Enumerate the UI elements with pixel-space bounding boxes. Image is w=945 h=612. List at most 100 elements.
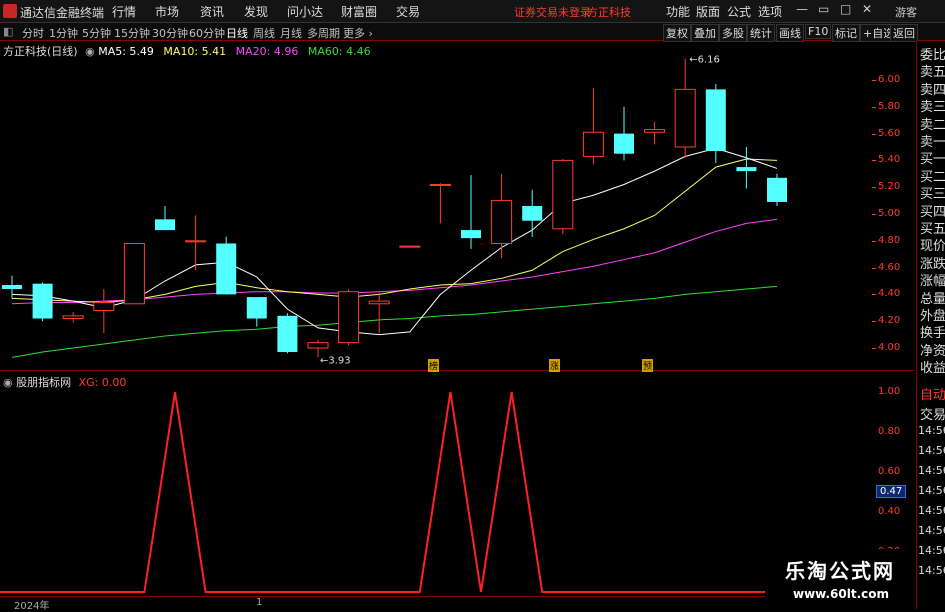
candle-body <box>123 242 145 305</box>
minimize-icon[interactable]: — <box>796 2 808 16</box>
price-tick <box>872 267 876 269</box>
high-annotation: ←6.16 <box>689 55 720 66</box>
kline-chart[interactable]: ←6.16 ←3.93 <box>0 41 915 370</box>
menu-gongshi[interactable]: 公式 <box>727 3 751 20</box>
broker-name: 方正科技 <box>587 6 631 19</box>
price-tick <box>872 187 876 189</box>
price-tick-label: 4.60 <box>878 261 901 273</box>
tab-monthly[interactable]: 月线 <box>280 25 302 41</box>
btn-biaoji[interactable]: 标记 <box>832 24 860 42</box>
quote-field-label: 买二 <box>920 169 945 185</box>
btn-tongji[interactable]: 统计 <box>747 24 775 42</box>
price-tick-label: 5.80 <box>878 100 901 112</box>
menu-shichang[interactable]: 市场 <box>155 3 179 20</box>
quote-field-label: 换手 <box>920 326 945 342</box>
quote-field-label: 总量 <box>920 291 945 307</box>
indicator-tick-label: 1.00 <box>878 386 901 397</box>
period-toolbar: ◧ 分时 1分钟 5分钟 15分钟 30分钟 60分钟 日线 周线 月线 多周期… <box>0 23 945 42</box>
marker-bang[interactable]: 榜 <box>428 359 440 372</box>
tab-5min[interactable]: 5分钟 <box>82 25 111 41</box>
tick-time-label: 14:56 <box>918 504 945 517</box>
candle-body <box>368 300 390 305</box>
quote-field-label: 卖五 <box>920 65 945 81</box>
candle-body <box>522 205 543 221</box>
tab-more[interactable]: 更多 › <box>343 25 373 41</box>
tab-weekly[interactable]: 周线 <box>253 25 275 41</box>
indicator-tick-label: 0.80 <box>878 426 901 437</box>
quote-field-label: 外盘 <box>920 309 945 324</box>
candle-body <box>2 285 22 290</box>
candle-body <box>767 177 787 202</box>
tab-daily[interactable]: 日线 <box>226 25 248 41</box>
restore-icon[interactable]: ▭ <box>818 2 829 16</box>
candle-body <box>155 219 175 231</box>
candle-body <box>461 230 481 239</box>
maximize-icon[interactable]: □ <box>840 2 851 16</box>
indicator-current-value: 0.47 <box>876 485 907 498</box>
btn-duogu[interactable]: 多股 <box>719 24 747 42</box>
menu-gongneng[interactable]: 功能 <box>666 3 690 20</box>
month-label: 1 <box>256 597 263 608</box>
close-icon[interactable]: ✕ <box>862 2 872 16</box>
candle-body <box>93 301 115 311</box>
tick-time-label: 14:56 <box>918 424 945 437</box>
quote-field-label: 委比 <box>920 48 945 63</box>
tab-fenshi[interactable]: 分时 <box>22 25 44 41</box>
quote-field-label: 买三 <box>920 187 945 203</box>
candle-body <box>185 240 207 243</box>
quote-field-label: 卖一 <box>920 135 945 150</box>
watermark: 乐淘公式网 www.60lt.com <box>765 549 915 609</box>
panel-toggle-icon[interactable]: ◧ <box>3 25 13 38</box>
menu-jiaoyi[interactable]: 交易 <box>396 3 420 20</box>
menu-faxian[interactable]: 发现 <box>244 3 268 20</box>
tab-15min[interactable]: 15分钟 <box>114 25 150 41</box>
menu-zixun[interactable]: 资讯 <box>200 3 224 20</box>
price-tick-label: 4.00 <box>878 342 901 353</box>
xg-line <box>0 391 818 593</box>
marker-zhang[interactable]: 涨 <box>549 359 561 372</box>
menu-banmian[interactable]: 版面 <box>696 3 720 20</box>
btn-diejia[interactable]: 叠加 <box>691 24 719 42</box>
price-tick-label: 4.40 <box>878 288 901 300</box>
menu-hangqing[interactable]: 行情 <box>112 3 136 20</box>
price-tick <box>872 294 876 296</box>
quote-field-label: 收益 <box>920 361 945 377</box>
login-warning[interactable]: 证券交易未登录 <box>514 4 591 20</box>
price-tick <box>872 80 876 81</box>
candle-body <box>277 315 298 353</box>
tick-time-label: 14:56 <box>918 464 945 477</box>
price-tick-label: 6.00 <box>878 74 901 85</box>
price-tick <box>872 214 876 215</box>
indicator-tick-label: 0.60 <box>878 466 901 477</box>
price-tick <box>872 160 876 162</box>
ma5-line <box>11 147 778 336</box>
tab-60min[interactable]: 60分钟 <box>189 25 225 41</box>
candle-body <box>491 200 513 244</box>
tab-multi-period[interactable]: 多周期 <box>307 25 340 41</box>
candle-body <box>246 297 267 319</box>
marker-yu[interactable]: 预 <box>642 359 654 372</box>
quote-field-label: 卖三 <box>920 100 945 116</box>
menu-wenxiaoda[interactable]: 问小达 <box>287 3 323 20</box>
menu-xuanxiang[interactable]: 选项 <box>758 3 782 20</box>
quote-field-label: 涨幅 <box>920 274 945 290</box>
btn-fuquan[interactable]: 复权 <box>663 24 691 42</box>
menu-caifuquan[interactable]: 财富圈 <box>341 3 377 20</box>
guest-label[interactable]: 游客 <box>895 4 917 20</box>
candle-body <box>338 291 360 344</box>
tick-time-label: 14:56 <box>918 484 945 497</box>
tick-time-label: 14:56 <box>918 544 945 557</box>
candle-body <box>552 159 574 230</box>
price-tick-label: 5.20 <box>878 181 901 193</box>
tick-time-label: 14:56 <box>918 524 945 537</box>
title-bar: 通达信金融终端 行情 市场 资讯 发现 问小达 财富圈 交易 证券交易未登录 方… <box>0 0 945 23</box>
tick-time-label: 自动 <box>920 388 945 403</box>
candle-body <box>307 342 329 349</box>
btn-fanhui[interactable]: 返回 <box>890 24 918 42</box>
watermark-url: www.60lt.com <box>793 587 890 601</box>
btn-f10[interactable]: F10 <box>805 24 832 39</box>
tick-time-label: 交易 <box>920 408 945 423</box>
btn-huaxian[interactable]: 画线 <box>776 24 804 42</box>
tab-1min[interactable]: 1分钟 <box>49 25 78 41</box>
tab-30min[interactable]: 30分钟 <box>152 25 188 41</box>
